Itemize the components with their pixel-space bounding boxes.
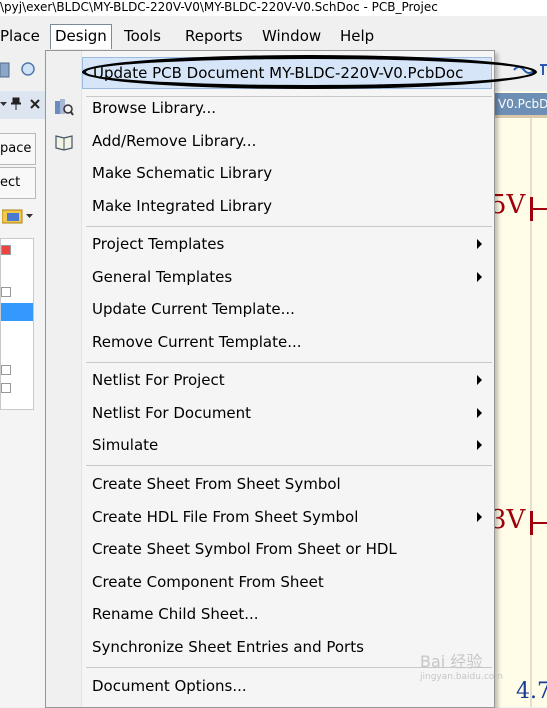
menu-item-label: Remove Current Template... <box>92 333 302 351</box>
menu-item-netlist-for-document[interactable]: Netlist For Document <box>82 397 492 429</box>
menu-item-label: Make Integrated Library <box>92 197 273 215</box>
zoom-icon[interactable] <box>20 61 40 79</box>
wire-3v <box>532 522 547 524</box>
submenu-arrow-icon <box>477 272 482 282</box>
close-icon[interactable] <box>30 99 40 109</box>
submenu-arrow-icon <box>477 375 482 385</box>
watermark-sub: jingyan.baidu.com <box>420 672 504 682</box>
project-tree[interactable] <box>0 238 34 410</box>
schematic-canvas[interactable]: V0.PcbDo 5V 3V 4.7 <box>490 91 547 707</box>
browse-library-icon <box>55 99 74 116</box>
menu-item-update-current-template[interactable]: Update Current Template... <box>82 293 492 325</box>
tree-node[interactable] <box>1 287 11 297</box>
pin-icon[interactable] <box>11 97 21 111</box>
net-label-3v[interactable]: 3V <box>490 505 525 535</box>
menu-item-netlist-for-project[interactable]: Netlist For Project <box>82 364 492 396</box>
component-value-label[interactable]: 4.7 <box>516 679 547 704</box>
menu-separator <box>86 465 492 466</box>
menu-item-add-remove-library[interactable]: Add/Remove Library... <box>82 125 492 157</box>
menu-item-make-schematic-library[interactable]: Make Schematic Library <box>82 157 492 189</box>
menu-help[interactable]: Help <box>336 25 378 47</box>
menu-item-create-hdl-file[interactable]: Create HDL File From Sheet Symbol <box>82 501 492 533</box>
menu-item-label: Project Templates <box>92 235 225 253</box>
toolbar-tool-icon[interactable] <box>0 61 10 79</box>
menu-item-browse-library[interactable]: Browse Library... <box>82 92 492 124</box>
menu-item-label: Add/Remove Library... <box>92 132 257 150</box>
tree-node[interactable] <box>1 245 11 255</box>
menu-item-label: Browse Library... <box>92 99 216 117</box>
watermark: Bai 经验 jingyan.baidu.com <box>420 648 503 682</box>
window-title: \pyj\exer\BLDC\MY-BLDC-220V-V0\MY-BLDC-2… <box>0 0 547 16</box>
submenu-arrow-icon <box>477 408 482 418</box>
menu-item-create-sheet-symbol[interactable]: Create Sheet Symbol From Sheet or HDL <box>82 533 492 565</box>
tree-node[interactable] <box>1 365 11 375</box>
projects-panel: pace ect <box>0 91 47 707</box>
menu-item-label: Netlist For Document <box>92 404 252 422</box>
design-menu-dropdown: Update PCB Document MY-BLDC-220V-V0.PcbD… <box>45 50 537 708</box>
menu-item-general-templates[interactable]: General Templates <box>82 261 492 293</box>
menu-item-label: Update PCB Document MY-BLDC-220V-V0.PcbD… <box>93 64 464 82</box>
panel-header <box>0 91 46 119</box>
folder-icon[interactable] <box>2 207 34 225</box>
menu-item-label: Simulate <box>92 436 159 454</box>
menu-item-label: Create Sheet From Sheet Symbol <box>92 475 341 493</box>
menu-item-make-integrated-library[interactable]: Make Integrated Library <box>82 190 492 222</box>
menu-bar: Place Design Tools Reports Window Help <box>0 21 547 51</box>
menu-item-label: Create HDL File From Sheet Symbol <box>92 508 359 526</box>
menu-item-label: Netlist For Project <box>92 371 225 389</box>
menu-item-project-templates[interactable]: Project Templates <box>82 228 492 260</box>
menu-separator <box>86 362 492 363</box>
menu-item-label: Document Options... <box>92 677 247 695</box>
menu-item-label: Update Current Template... <box>92 300 295 318</box>
submenu-arrow-icon <box>477 512 482 522</box>
book-icon <box>55 135 73 151</box>
menu-reports[interactable]: Reports <box>181 25 247 47</box>
menu-item-create-component[interactable]: Create Component From Sheet <box>82 566 492 598</box>
menu-item-remove-current-template[interactable]: Remove Current Template... <box>82 326 492 358</box>
menu-item-rename-child-sheet[interactable]: Rename Child Sheet... <box>82 598 492 630</box>
net-label-5v[interactable]: 5V <box>490 190 525 220</box>
tree-selected-row[interactable] <box>1 303 33 321</box>
submenu-arrow-icon <box>477 440 482 450</box>
menu-item-label: Create Sheet Symbol From Sheet or HDL <box>92 540 397 558</box>
wire-icon[interactable] <box>513 63 547 77</box>
sheet-border <box>494 115 547 118</box>
menu-item-label: General Templates <box>92 268 233 286</box>
menu-item-update-pcb[interactable]: Update PCB Document MY-BLDC-220V-V0.PcbD… <box>82 57 492 89</box>
menu-item-label: Create Component From Sheet <box>92 573 324 591</box>
menu-item-label: Rename Child Sheet... <box>92 605 259 623</box>
menu-window[interactable]: Window <box>258 25 325 47</box>
menu-item-simulate[interactable]: Simulate <box>82 429 492 461</box>
submenu-arrow-icon <box>477 239 482 249</box>
menu-item-label: Make Schematic Library <box>92 164 273 182</box>
panel-dropdown-icon[interactable] <box>0 100 8 108</box>
tree-node[interactable] <box>1 383 11 393</box>
workspace-button[interactable]: pace <box>0 133 36 165</box>
wire-5v <box>532 208 547 210</box>
menu-design[interactable]: Design <box>50 24 112 49</box>
project-button[interactable]: ect <box>0 167 36 199</box>
menu-place[interactable]: Place <box>0 25 44 47</box>
menu-separator <box>86 226 492 227</box>
watermark-main: Bai 经验 <box>420 652 483 671</box>
menu-item-label: Synchronize Sheet Entries and Ports <box>92 638 364 656</box>
menu-item-create-sheet-from-symbol[interactable]: Create Sheet From Sheet Symbol <box>82 468 492 500</box>
tab-pcb-document[interactable]: V0.PcbDo <box>494 93 547 115</box>
menu-tools[interactable]: Tools <box>120 25 165 47</box>
